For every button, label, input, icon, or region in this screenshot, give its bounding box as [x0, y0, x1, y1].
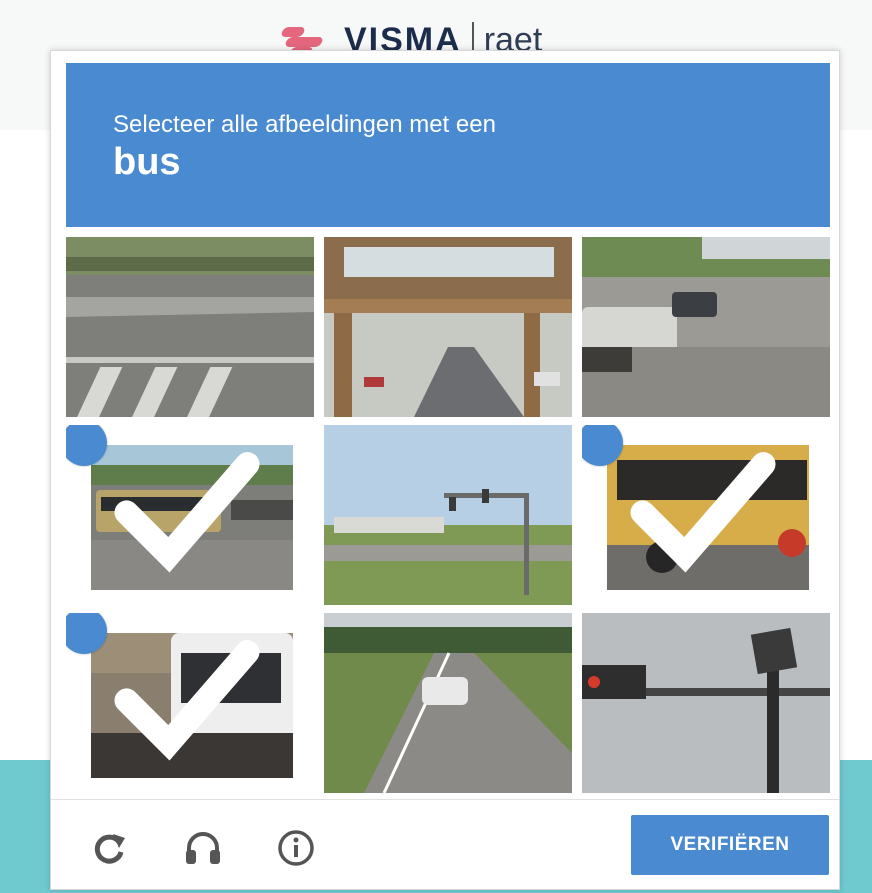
image-tile-3[interactable] — [582, 237, 830, 417]
info-icon[interactable] — [276, 828, 316, 868]
image-tile-2[interactable] — [324, 237, 572, 417]
image-tile-4[interactable] — [66, 425, 314, 605]
traffic-lights-image — [324, 425, 572, 605]
captcha-footer: VERIFIËREN — [51, 799, 839, 890]
captcha-header: Selecteer alle afbeeldingen met een bus — [66, 63, 830, 227]
selected-check-icon — [66, 613, 260, 761]
parked-cars-image — [582, 237, 830, 417]
selected-check-icon — [582, 425, 776, 573]
traffic-light-pole-image — [582, 613, 830, 793]
highway-image — [324, 613, 572, 793]
image-tile-7[interactable] — [66, 613, 314, 793]
instruction-text: Selecteer alle afbeeldingen met een — [113, 111, 496, 138]
image-tile-1[interactable] — [66, 237, 314, 417]
verify-button[interactable]: VERIFIËREN — [631, 815, 829, 875]
selected-check-icon — [66, 425, 260, 573]
reload-icon[interactable] — [89, 828, 129, 868]
captcha-dialog: Selecteer alle afbeeldingen met een bus — [50, 50, 840, 890]
image-tile-5[interactable] — [324, 425, 572, 605]
image-tile-8[interactable] — [324, 613, 572, 793]
headphones-icon[interactable] — [183, 828, 223, 868]
street-crosswalk-image — [66, 237, 314, 417]
image-tile-9[interactable] — [582, 613, 830, 793]
elevated-rail-image — [324, 237, 572, 417]
target-object: bus — [113, 141, 181, 183]
image-tile-6[interactable] — [582, 425, 830, 605]
